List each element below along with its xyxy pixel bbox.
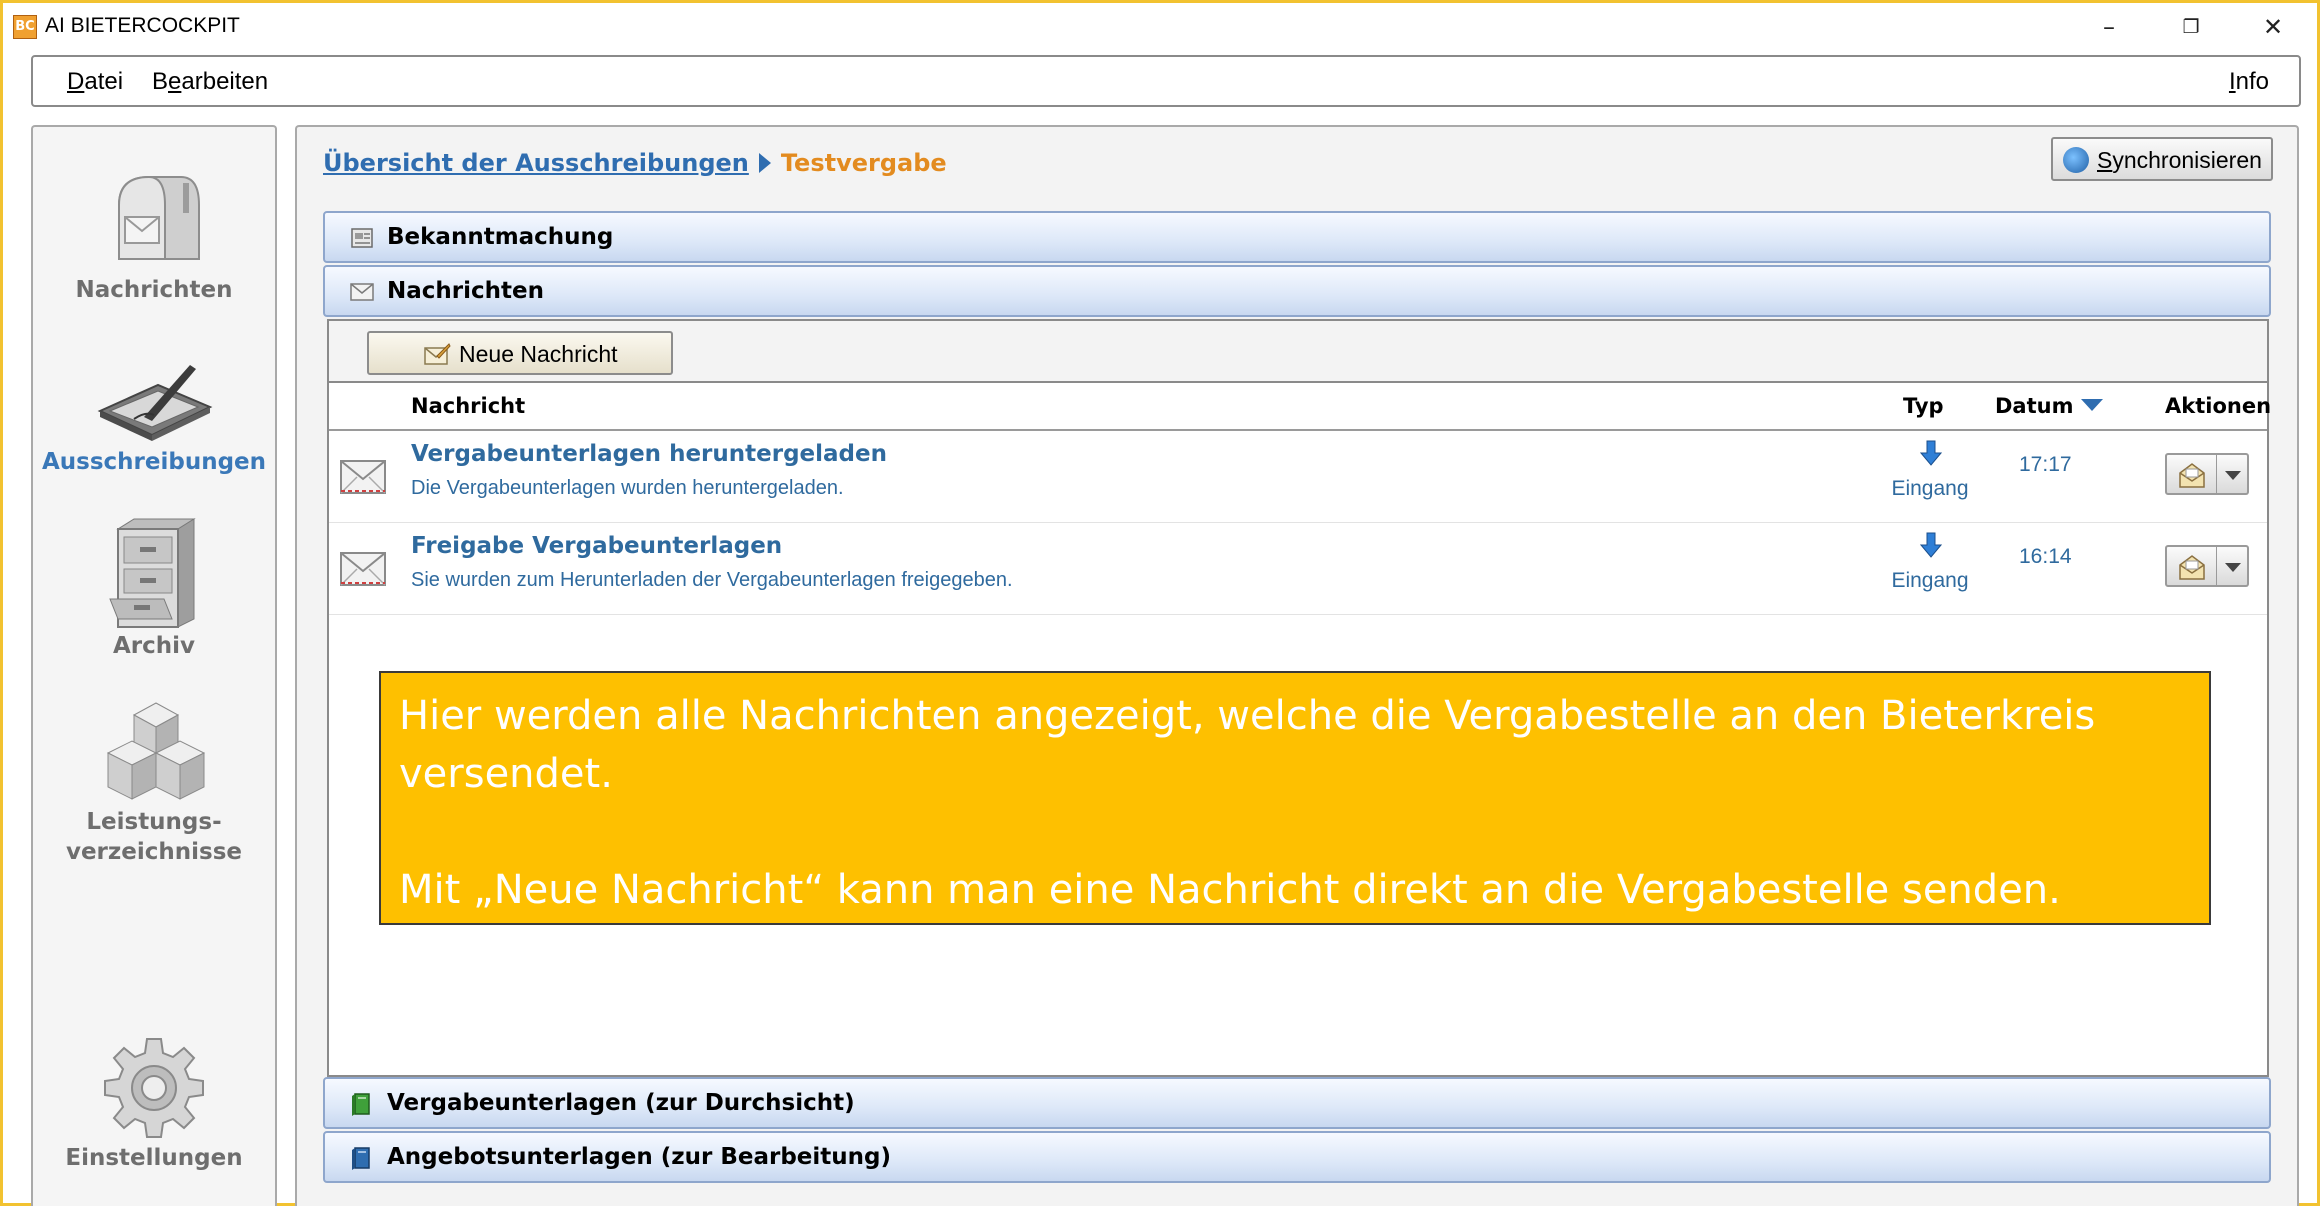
- message-type: Eingang: [1891, 477, 1969, 500]
- menu-bearbeiten-first: B: [152, 68, 169, 95]
- sidebar-item-leistungsverzeichnisse[interactable]: Leistungs- verzeichnisse: [33, 695, 275, 867]
- actions-dropdown-button[interactable]: [2217, 545, 2249, 587]
- table-row[interactable]: Vergabeunterlagen heruntergeladen Die Ve…: [329, 431, 2267, 523]
- envelope-icon: [350, 283, 374, 301]
- message-description: Die Vergabeunterlagen wurden heruntergel…: [411, 477, 844, 499]
- section-bekanntmachung[interactable]: Bekanntmachung: [323, 211, 2271, 263]
- message-time: 17:17: [2019, 453, 2072, 476]
- sidebar: Nachrichten Ausschreibungen Archiv Leist…: [31, 125, 277, 1206]
- section-angebotsunterlagen-title: Angebotsunterlagen (zur Bearbeitung): [387, 1144, 892, 1170]
- announcement-icon: [351, 228, 373, 248]
- callout-line-1: Hier werden alle Nachrichten angezeigt, …: [399, 693, 2096, 739]
- breadcrumb-arrow-icon: [758, 153, 771, 173]
- callout-line-2: versendet.: [399, 751, 613, 797]
- sidebar-item-einstellungen-label: Einstellungen: [65, 1145, 243, 1171]
- section-vergabeunterlagen-title: Vergabeunterlagen (zur Durchsicht): [387, 1090, 855, 1116]
- sidebar-item-ausschreibungen[interactable]: Ausschreibungen: [33, 355, 275, 477]
- section-nachrichten-title: Nachrichten: [387, 278, 544, 304]
- sync-icon: [2063, 147, 2089, 173]
- open-envelope-icon: [2179, 555, 2205, 580]
- new-message-icon: [424, 343, 451, 365]
- title-bar: BC AI BIETERCOCKPIT – ❐ ✕: [3, 3, 2317, 49]
- chevron-down-icon: [2225, 471, 2241, 480]
- main-content: Übersicht der Ausschreibungen Testvergabe…: [295, 125, 2299, 1206]
- synchronize-label-rest: ynchronisieren: [2112, 147, 2262, 173]
- message-type: Eingang: [1891, 569, 1969, 592]
- message-description: Sie wurden zum Herunterladen der Vergabe…: [411, 569, 1013, 591]
- breadcrumb-link-overview[interactable]: Übersicht der Ausschreibungen: [323, 149, 749, 177]
- close-button[interactable]: ✕: [2243, 9, 2303, 45]
- messages-toolbar: Neue Nachricht: [329, 321, 2267, 383]
- message-title[interactable]: Vergabeunterlagen heruntergeladen: [411, 441, 887, 467]
- menu-info-mnemonic: I: [2228, 68, 2236, 95]
- table-row[interactable]: Freigabe Vergabeunterlagen Sie wurden zu…: [329, 523, 2267, 615]
- new-message-button-label: Neue Nachricht: [459, 341, 618, 367]
- column-header-aktionen: Aktionen: [2165, 394, 2272, 418]
- messages-table-header: Nachricht Typ Datum Aktionen: [329, 383, 2271, 431]
- sidebar-item-nachrichten[interactable]: Nachrichten: [33, 165, 275, 305]
- blue-book-icon: [352, 1147, 370, 1170]
- chevron-down-icon: [2225, 563, 2241, 572]
- menu-bearbeiten-label: arbeiten: [181, 68, 269, 95]
- section-bekanntmachung-title: Bekanntmachung: [387, 224, 614, 250]
- column-header-nachricht[interactable]: Nachricht: [411, 394, 525, 418]
- sidebar-item-einstellungen[interactable]: Einstellungen: [33, 1033, 275, 1173]
- menu-bearbeiten-mnemonic: e: [168, 68, 182, 95]
- menu-info[interactable]: Info: [2229, 68, 2269, 96]
- open-envelope-icon: [2179, 463, 2205, 488]
- arrow-down-icon: [1920, 440, 1942, 466]
- section-angebotsunterlagen[interactable]: Angebotsunterlagen (zur Bearbeitung): [323, 1131, 2271, 1183]
- envelope-icon: [340, 552, 386, 586]
- arrow-down-icon: [1920, 532, 1942, 558]
- section-vergabeunterlagen[interactable]: Vergabeunterlagen (zur Durchsicht): [323, 1077, 2271, 1129]
- synchronize-button-label: Synchronisieren: [2097, 147, 2262, 174]
- maximize-button[interactable]: ❐: [2161, 9, 2221, 45]
- menu-info-label: nfo: [2235, 68, 2269, 95]
- sidebar-item-archiv[interactable]: Archiv: [33, 515, 275, 661]
- menu-datei-label: atei: [84, 68, 124, 95]
- tablet-pen-icon: [94, 355, 214, 447]
- column-header-typ[interactable]: Typ: [1903, 394, 1944, 418]
- menu-bar: Datei Bearbeiten Info: [31, 55, 2301, 107]
- open-message-button[interactable]: [2165, 453, 2217, 495]
- menu-datei-mnemonic: D: [67, 68, 85, 95]
- sidebar-item-ausschreibungen-label: Ausschreibungen: [41, 449, 267, 475]
- sort-descending-icon: [2081, 399, 2104, 411]
- gear-icon: [99, 1033, 209, 1143]
- breadcrumb-current: Testvergabe: [780, 149, 947, 177]
- section-nachrichten[interactable]: Nachrichten: [323, 265, 2271, 317]
- sidebar-item-nachrichten-label: Nachrichten: [75, 277, 233, 303]
- menu-datei[interactable]: Datei: [67, 68, 123, 96]
- minimize-button[interactable]: –: [2079, 9, 2139, 45]
- menu-bearbeiten[interactable]: Bearbeiten: [152, 68, 268, 96]
- message-title[interactable]: Freigabe Vergabeunterlagen: [411, 533, 782, 559]
- cubes-icon: [94, 695, 214, 807]
- synchronize-mnemonic: S: [2097, 147, 2113, 173]
- green-book-icon: [352, 1093, 370, 1116]
- callout-line-3: Mit „Neue Nachricht“ kann man eine Nachr…: [399, 867, 2061, 913]
- synchronize-button[interactable]: Synchronisieren: [2051, 137, 2273, 181]
- info-callout: Hier werden alle Nachrichten angezeigt, …: [379, 671, 2211, 925]
- column-header-datum-label: Datum: [1995, 394, 2074, 418]
- breadcrumb: Übersicht der Ausschreibungen Testvergabe: [323, 149, 947, 177]
- message-time: 16:14: [2019, 545, 2072, 568]
- app-window: BC AI BIETERCOCKPIT – ❐ ✕ Datei Bearbeit…: [0, 0, 2320, 1206]
- new-message-button[interactable]: Neue Nachricht: [367, 331, 673, 375]
- column-header-datum[interactable]: Datum: [1995, 394, 2104, 418]
- actions-dropdown-button[interactable]: [2217, 453, 2249, 495]
- window-title: AI BIETERCOCKPIT: [45, 14, 240, 37]
- mailbox-icon: [99, 165, 209, 275]
- filing-cabinet-icon: [104, 515, 204, 631]
- sidebar-item-leistungsverzeichnisse-label: Leistungs-: [86, 809, 222, 835]
- sidebar-item-leistungsverzeichnisse-label-2: verzeichnisse: [65, 839, 243, 865]
- open-message-button[interactable]: [2165, 545, 2217, 587]
- envelope-icon: [340, 460, 386, 494]
- app-logo-icon: BC: [13, 15, 37, 39]
- sidebar-item-archiv-label: Archiv: [112, 633, 196, 659]
